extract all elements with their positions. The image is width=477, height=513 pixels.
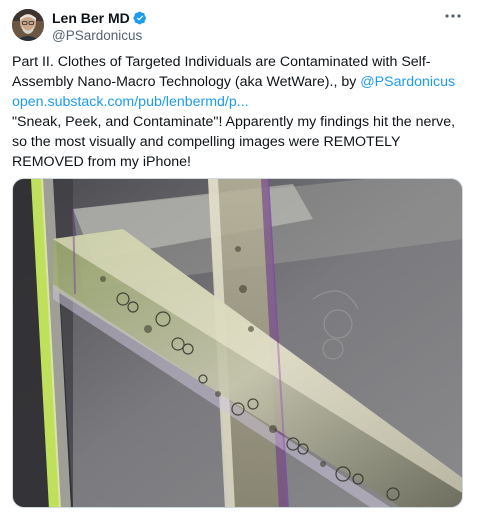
tweet-paragraph-2: "Sneak, Peek, and Contaminate"! Apparent… [12, 114, 456, 170]
author-handle[interactable]: @PSardonicus [52, 27, 437, 45]
avatar[interactable] [12, 9, 44, 41]
article-url-link[interactable]: open.substack.com/pub/lenbermd/p... [12, 94, 249, 110]
tweet-media-image[interactable] [12, 178, 463, 508]
tweet-paragraph-1: Part II. Clothes of Targeted Individuals… [12, 52, 467, 112]
name-row: Len Ber MD [52, 10, 437, 26]
more-options-button[interactable] [443, 9, 463, 23]
tweet-header: Len Ber MD @PSardonicus [52, 10, 437, 45]
mention-link[interactable]: @PSardonicus [360, 74, 455, 90]
more-horizontal-icon [445, 14, 461, 18]
display-name[interactable]: Len Ber MD [52, 10, 130, 26]
user-avatar-photo-icon [12, 9, 44, 41]
tweet-card: Len Ber MD @PSardonicus Part II. Clothes… [0, 0, 477, 513]
verified-badge-icon [133, 11, 147, 25]
tweet-text: Part II. Clothes of Targeted Individuals… [12, 52, 467, 172]
microscope-image [13, 179, 462, 507]
